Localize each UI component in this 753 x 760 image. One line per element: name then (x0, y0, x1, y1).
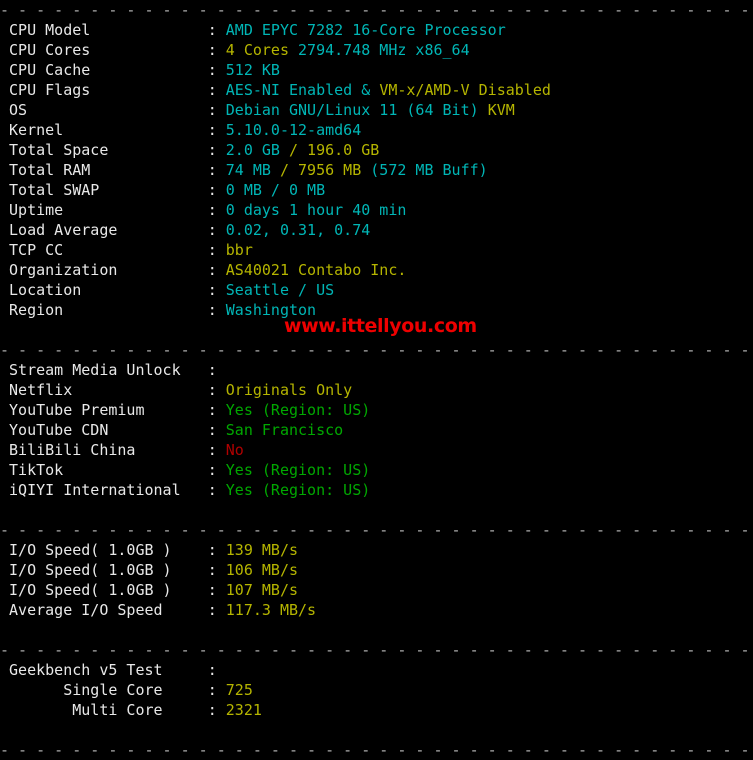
row-label: Uptime : (0, 201, 226, 219)
row-value-segment: AMD EPYC 7282 16-Core Processor (225, 21, 506, 39)
row-value-segment: 512 KB (225, 61, 280, 79)
row-label: Geekbench v5 Test : (0, 661, 226, 679)
row-label: I/O Speed( 1.0GB ) : (0, 581, 226, 599)
info-row: Uptime : 0 days 1 hour 40 min (0, 200, 753, 220)
info-row: TCP CC : bbr (0, 240, 753, 260)
row-label: Stream Media Unlock : (0, 361, 226, 379)
info-row: I/O Speed( 1.0GB ) : 139 MB/s (0, 540, 753, 560)
info-row: Geekbench v5 Test : (0, 660, 753, 680)
row-label: TikTok : (0, 461, 226, 479)
terminal-output: - - - - - - - - - - - - - - - - - - - - … (0, 0, 753, 759)
row-label: Total RAM : (0, 161, 226, 179)
row-value-segment: (572 MB Buff) (370, 161, 488, 179)
info-row: BiliBili China : No (0, 440, 753, 460)
row-label: YouTube CDN : (0, 421, 226, 439)
info-row: CPU Model : AMD EPYC 7282 16-Core Proces… (0, 20, 753, 40)
info-row: Average I/O Speed : 117.3 MB/s (0, 600, 753, 620)
row-label: Netflix : (0, 381, 226, 399)
info-row: OS : Debian GNU/Linux 11 (64 Bit) KVM (0, 100, 753, 120)
row-label: CPU Cache : (0, 61, 226, 79)
info-row: Single Core : 725 (0, 680, 753, 700)
row-label: Total SWAP : (0, 181, 226, 199)
row-value-segment: San Francisco (225, 421, 344, 439)
row-value-segment: KVM (487, 101, 515, 119)
info-row: YouTube Premium : Yes (Region: US) (0, 400, 753, 420)
info-row: CPU Flags : AES-NI Enabled & VM-x/AMD-V … (0, 80, 753, 100)
info-row: Netflix : Originals Only (0, 380, 753, 400)
row-label: TCP CC : (0, 241, 226, 259)
row-value-segment: Yes (Region: US) (225, 401, 371, 419)
separator-geekbench: - - - - - - - - - - - - - - - - - - - - … (0, 641, 750, 659)
info-row: Total RAM : 74 MB / 7956 MB (572 MB Buff… (0, 160, 753, 180)
row-label: CPU Model : (0, 21, 226, 39)
row-label: CPU Flags : (0, 81, 226, 99)
row-label: Region : (0, 301, 226, 319)
row-value-segment: Yes (Region: US) (225, 481, 371, 499)
row-value-segment: 2321 (225, 701, 262, 719)
separator-end: - - - - - - - - - - - - - - - - - - - - … (0, 741, 750, 759)
row-value-segment: 107 MB/s (225, 581, 299, 599)
row-value-segment: 5.10.0-12-amd64 (225, 121, 362, 139)
row-value-segment: No (225, 441, 244, 459)
row-value-segment: 0.02, 0.31, 0.74 (225, 221, 371, 239)
info-row: Total SWAP : 0 MB / 0 MB (0, 180, 753, 200)
row-label: Load Average : (0, 221, 226, 239)
row-value-segment: bbr (225, 241, 253, 259)
info-row: Multi Core : 2321 (0, 700, 753, 720)
separator-io-speed: - - - - - - - - - - - - - - - - - - - - … (0, 521, 750, 539)
info-row: Kernel : 5.10.0-12-amd64 (0, 120, 753, 140)
row-value-segment: 74 MB (225, 161, 280, 179)
row-label: Location : (0, 281, 226, 299)
info-row: Load Average : 0.02, 0.31, 0.74 (0, 220, 753, 240)
info-row: I/O Speed( 1.0GB ) : 106 MB/s (0, 560, 753, 580)
row-value-segment: VM-x/AMD-V Disabled (379, 81, 551, 99)
info-row: CPU Cache : 512 KB (0, 60, 753, 80)
info-row: YouTube CDN : San Francisco (0, 420, 753, 440)
info-row: iQIYI International : Yes (Region: US) (0, 480, 753, 500)
row-label: Kernel : (0, 121, 226, 139)
row-value-segment: AS40021 Contabo Inc. (225, 261, 407, 279)
row-value-segment: / 7956 MB (279, 161, 371, 179)
site-watermark: www.ittellyou.com (284, 315, 477, 337)
row-label: CPU Cores : (0, 41, 226, 59)
info-row: Total Space : 2.0 GB / 196.0 GB (0, 140, 753, 160)
row-label: iQIYI International : (0, 481, 226, 499)
row-value-segment: Originals Only (225, 381, 353, 399)
row-label: Organization : (0, 261, 226, 279)
row-value-segment: Yes (Region: US) (225, 461, 371, 479)
separator-stream-media-unlock: - - - - - - - - - - - - - - - - - - - - … (0, 341, 750, 359)
row-value-segment: Seattle / US (225, 281, 335, 299)
row-value-segment: 2794.748 MHz x86_64 (298, 41, 470, 59)
row-value-segment: 139 MB/s (225, 541, 299, 559)
row-label: BiliBili China : (0, 441, 226, 459)
row-label: Total Space : (0, 141, 226, 159)
row-label: YouTube Premium : (0, 401, 226, 419)
info-row: Location : Seattle / US (0, 280, 753, 300)
row-value-segment: 117.3 MB/s (225, 601, 317, 619)
info-row: TikTok : Yes (Region: US) (0, 460, 753, 480)
row-value-segment: 0 days 1 hour 40 min (225, 201, 407, 219)
info-row: Stream Media Unlock : (0, 360, 753, 380)
row-value-segment: Debian GNU/Linux 11 (64 Bit) (225, 101, 488, 119)
separator-system-info: - - - - - - - - - - - - - - - - - - - - … (0, 1, 750, 19)
row-label: I/O Speed( 1.0GB ) : (0, 561, 226, 579)
row-value-segment: 106 MB/s (225, 561, 299, 579)
info-row: Organization : AS40021 Contabo Inc. (0, 260, 753, 280)
row-label: Single Core : (0, 681, 226, 699)
row-label: Average I/O Speed : (0, 601, 226, 619)
row-label: Multi Core : (0, 701, 226, 719)
row-label: I/O Speed( 1.0GB ) : (0, 541, 226, 559)
row-value-segment: 725 (225, 681, 253, 699)
row-label: OS : (0, 101, 226, 119)
row-value-segment: 0 MB / 0 MB (225, 181, 326, 199)
row-value-segment: 2.0 GB (225, 141, 289, 159)
info-row: CPU Cores : 4 Cores 2794.748 MHz x86_64 (0, 40, 753, 60)
row-value-segment: / 196.0 GB (289, 141, 380, 159)
info-row: I/O Speed( 1.0GB ) : 107 MB/s (0, 580, 753, 600)
row-value-segment: AES-NI Enabled & (225, 81, 380, 99)
row-value-segment: 4 Cores (225, 41, 299, 59)
